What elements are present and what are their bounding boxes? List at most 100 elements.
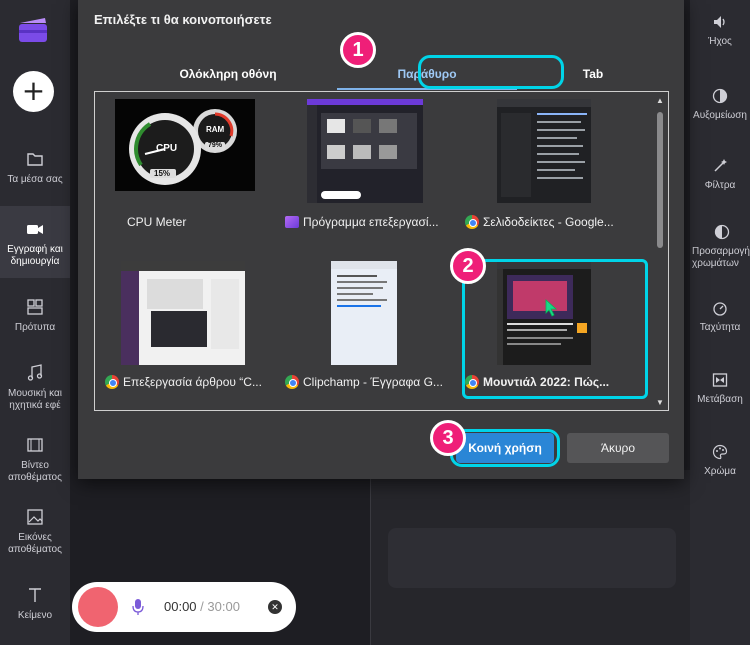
timeline-placeholder bbox=[388, 528, 676, 588]
share-button[interactable]: Κοινή χρήση bbox=[456, 433, 554, 463]
cancel-button[interactable]: Άκυρο bbox=[567, 433, 669, 463]
window-option-article-editor[interactable]: Επεξεργασία άρθρου “C... bbox=[105, 261, 281, 401]
film-icon bbox=[27, 438, 43, 452]
window-option-label: Επεξεργασία άρθρου “C... bbox=[105, 375, 281, 389]
right-item-label: Ταχύτητα bbox=[699, 322, 741, 333]
window-thumbnail bbox=[307, 99, 423, 203]
cpu-meter-gauge-icon bbox=[129, 109, 237, 185]
palette-icon bbox=[712, 444, 728, 460]
window-title: Σελιδοδείκτες - Google... bbox=[483, 215, 614, 229]
window-option-label: Πρόγραμμα επεξεργασί... bbox=[285, 215, 461, 229]
close-recorder-icon[interactable]: ✕ bbox=[268, 600, 282, 614]
timer-total: 30:00 bbox=[207, 599, 240, 614]
sidebar-item-label: Εγγραφή και δημιουργία bbox=[7, 244, 63, 267]
right-item-label: Ήχος bbox=[708, 36, 732, 47]
sidebar-item-stock-images[interactable]: Εικόνες αποθέματος bbox=[0, 508, 70, 558]
window-thumbnail bbox=[121, 261, 245, 365]
right-item-filters[interactable]: Φίλτρα bbox=[690, 158, 750, 192]
right-item-color[interactable]: Χρώμα bbox=[690, 444, 750, 478]
right-item-label: Αυξομείωση bbox=[693, 110, 747, 121]
text-icon bbox=[29, 588, 41, 602]
scrollbar-thumb[interactable] bbox=[657, 112, 663, 248]
transition-icon bbox=[712, 373, 728, 387]
contrast-icon bbox=[714, 224, 730, 240]
right-item-speed[interactable]: Ταχύτητα bbox=[690, 300, 750, 334]
sidebar-item-label: Εικόνες αποθέματος bbox=[8, 532, 62, 555]
sidebar-item-label: Πρότυπα bbox=[14, 322, 56, 333]
timer-elapsed: 00:00 bbox=[164, 599, 197, 614]
clipchamp-app: + Τα μέσα σας Εγγραφή και δημιουργία Πρό… bbox=[0, 0, 750, 645]
sidebar-item-label: Βίντεο αποθέματος bbox=[8, 460, 62, 483]
right-item-label: Φίλτρα bbox=[704, 180, 736, 191]
image-icon bbox=[27, 509, 43, 525]
window-list-scrollbar[interactable]: ▲ ▼ bbox=[652, 92, 668, 410]
templates-icon bbox=[27, 299, 43, 315]
chrome-icon bbox=[105, 375, 119, 389]
clipchamp-icon bbox=[285, 216, 299, 228]
filter-wand-icon bbox=[714, 159, 727, 172]
window-option-cpu-meter[interactable]: CPU RAM 15% 79% CPU Meter bbox=[115, 99, 291, 239]
gauge-cpu-label: CPU bbox=[156, 143, 178, 154]
chrome-icon bbox=[465, 215, 479, 229]
record-button[interactable] bbox=[78, 587, 118, 627]
share-dialog: Επιλέξτε τι θα κοινοποιήσετε Ολόκληρη οθ… bbox=[78, 0, 684, 479]
right-item-fade[interactable]: Αυξομείωση bbox=[690, 88, 750, 122]
gauge-ram-label: RAM bbox=[206, 125, 225, 134]
tab-entire-screen[interactable]: Ολόκληρη οθόνη bbox=[138, 67, 318, 81]
scroll-up-icon[interactable]: ▲ bbox=[655, 96, 665, 106]
window-option-label: CPU Meter bbox=[115, 215, 291, 229]
selected-window-highlight bbox=[462, 259, 648, 399]
folder-icon bbox=[27, 153, 43, 166]
sidebar-item-record-create[interactable]: Εγγραφή και δημιουργία bbox=[0, 206, 70, 278]
window-title: Clipchamp - Έγγραφα G... bbox=[303, 375, 443, 389]
create-new-button[interactable]: + bbox=[13, 71, 54, 112]
left-sidebar: + Τα μέσα σας Εγγραφή και δημιουργία Πρό… bbox=[0, 0, 70, 645]
sidebar-item-label: Τα μέσα σας bbox=[7, 174, 63, 185]
right-item-label: Χρώμα bbox=[704, 466, 736, 477]
window-option-label: Σελιδοδείκτες - Google... bbox=[465, 215, 641, 229]
panel-divider bbox=[370, 470, 371, 645]
fade-icon bbox=[712, 88, 728, 104]
sidebar-item-label: Κείμενο bbox=[17, 610, 53, 621]
dialog-title: Επιλέξτε τι θα κοινοποιήσετε bbox=[94, 12, 272, 27]
right-item-transition[interactable]: Μετάβαση bbox=[690, 372, 750, 406]
window-thumbnail bbox=[497, 99, 591, 203]
microphone-icon[interactable] bbox=[132, 598, 144, 616]
timer-separator: / bbox=[200, 599, 204, 614]
camera-icon bbox=[27, 225, 43, 234]
recording-timer: 00:00 / 30:00 bbox=[164, 599, 240, 614]
window-option-chrome-bookmarks[interactable]: Σελιδοδείκτες - Google... bbox=[465, 99, 641, 239]
step-badge-1: 1 bbox=[340, 32, 376, 68]
window-title: Επεξεργασία άρθρου “C... bbox=[123, 375, 262, 389]
window-option-google-docs[interactable]: Clipchamp - Έγγραφα G... bbox=[285, 261, 461, 401]
sidebar-item-music[interactable]: Μουσική και ηχητικά εφέ bbox=[0, 364, 70, 414]
window-thumbnail bbox=[331, 261, 397, 365]
speaker-icon bbox=[714, 16, 725, 28]
window-title: Πρόγραμμα επεξεργασί... bbox=[303, 215, 439, 229]
step-badge-3: 3 bbox=[430, 420, 466, 456]
sidebar-item-stock-video[interactable]: Βίντεο αποθέματος bbox=[0, 436, 70, 486]
window-picker-grid: CPU RAM 15% 79% CPU Meter Πρόγραμμα επεξ… bbox=[94, 91, 669, 411]
sidebar-item-templates[interactable]: Πρότυπα bbox=[0, 298, 70, 338]
window-option-label: Clipchamp - Έγγραφα G... bbox=[285, 375, 461, 389]
right-item-label: Μετάβαση bbox=[697, 394, 743, 405]
step-badge-2: 2 bbox=[450, 248, 486, 284]
right-item-adjust-colors[interactable]: Προσαρμογή χρωμάτων bbox=[690, 224, 750, 270]
gauge-cpu-value: 15% bbox=[154, 169, 171, 178]
tab-window-highlight bbox=[418, 55, 564, 89]
sidebar-item-your-media[interactable]: Τα μέσα σας bbox=[0, 150, 70, 196]
scroll-down-icon[interactable]: ▼ bbox=[655, 398, 665, 408]
window-option-clipchamp-editor[interactable]: Πρόγραμμα επεξεργασί... bbox=[285, 99, 461, 239]
chrome-icon bbox=[285, 375, 299, 389]
right-item-label: Προσαρμογή χρωμάτων bbox=[692, 246, 750, 269]
speed-icon bbox=[713, 302, 727, 316]
right-sidebar: Ήχος Αυξομείωση Φίλτρα Προσαρμογή χρωμάτ… bbox=[690, 0, 750, 645]
gauge-ram-value: 79% bbox=[208, 142, 223, 149]
window-list: CPU RAM 15% 79% CPU Meter Πρόγραμμα επεξ… bbox=[95, 92, 653, 410]
window-title: CPU Meter bbox=[127, 215, 187, 229]
sidebar-item-text[interactable]: Κείμενο bbox=[0, 586, 70, 626]
right-item-audio[interactable]: Ήχος bbox=[690, 14, 750, 48]
recording-controls: 00:00 / 30:00 ✕ bbox=[72, 582, 296, 632]
music-icon bbox=[27, 364, 43, 381]
clipchamp-logo-icon bbox=[19, 18, 47, 42]
